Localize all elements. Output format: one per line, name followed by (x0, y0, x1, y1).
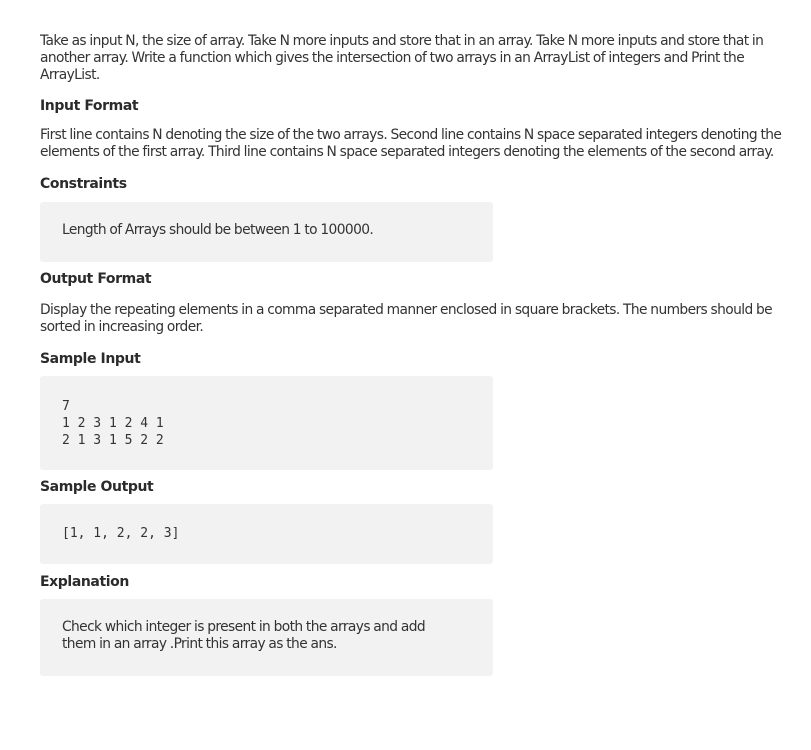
input-format-text: First line contains N denoting the size … (40, 127, 782, 161)
sample-output-heading: Sample Output (40, 478, 154, 495)
sample-input-line: 2 1 3 1 5 2 2 (62, 432, 164, 448)
sample-input-heading: Sample Input (40, 350, 141, 367)
constraints-heading: Constraints (40, 175, 127, 192)
explanation-heading: Explanation (40, 573, 129, 590)
output-format-text: Display the repeating elements in a comm… (40, 301, 773, 335)
explanation-box: Check which integer is present in both t… (40, 598, 493, 676)
problem-statement: Take as input N, the size of array. Take… (40, 33, 764, 83)
output-format-heading: Output Format (40, 270, 152, 287)
input-format-heading: Input Format (40, 98, 139, 115)
constraints-box: Length of Arrays should be between 1 to … (40, 201, 493, 262)
sample-input-box: 7 1 2 3 1 2 4 1 2 1 3 1 5 2 2 (40, 375, 493, 470)
constraints-text: Length of Arrays should be between 1 to … (62, 221, 374, 238)
problem-content: Take as input N, the size of array. Take… (40, 33, 800, 676)
explanation-text: Check which integer is present in both t… (62, 618, 426, 652)
sample-input-line: 1 2 3 1 2 4 1 (62, 415, 164, 431)
sample-output-text: [1, 1, 2, 2, 3] (62, 525, 180, 541)
sample-output-box: [1, 1, 2, 2, 3] (40, 503, 493, 564)
sample-input-line: 7 (62, 398, 70, 414)
